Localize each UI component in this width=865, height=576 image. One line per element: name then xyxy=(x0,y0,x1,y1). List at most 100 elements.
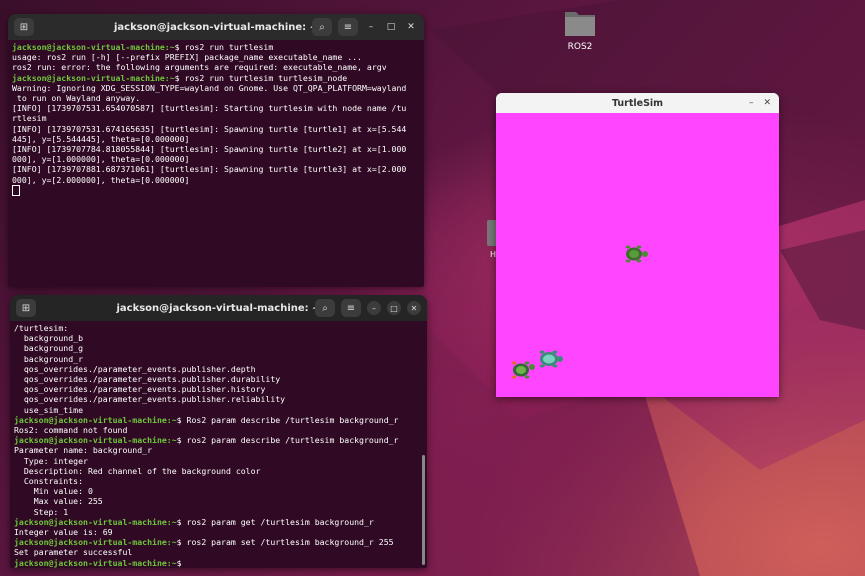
search-button[interactable]: ⌕ xyxy=(315,299,335,317)
terminal-line: Description: Red channel of the backgrou… xyxy=(14,466,423,476)
minimize-icon: – xyxy=(748,98,754,108)
close-button[interactable]: ✕ xyxy=(404,22,418,32)
line-text: Integer value is: 69 xyxy=(14,527,113,538)
search-button[interactable]: ⌕ xyxy=(312,18,332,36)
line-text: $ xyxy=(176,557,187,568)
line-text: [INFO] [1739707531.674165635] [turtlesim… xyxy=(12,123,407,134)
line-text: qos_overrides./parameter_events.publishe… xyxy=(14,384,266,395)
maximize-button[interactable]: □ xyxy=(387,301,401,315)
line-text: 000], y=[1.000000], theta=[0.000000] xyxy=(12,154,190,165)
terminal-line: rtlesim xyxy=(12,113,420,123)
minimize-button[interactable]: – xyxy=(364,22,378,32)
terminal-line: jackson@jackson-virtual-machine:~$ Ros2 … xyxy=(14,415,423,425)
line-text: background_r xyxy=(14,353,84,364)
close-button[interactable]: ✕ xyxy=(407,301,421,315)
terminal-line: qos_overrides./parameter_events.publishe… xyxy=(14,364,423,374)
terminal-output[interactable]: jackson@jackson-virtual-machine:~$ ros2 … xyxy=(8,40,424,198)
shell-prompt: jackson@jackson-virtual-machine:~ xyxy=(14,537,177,548)
shell-prompt: jackson@jackson-virtual-machine:~ xyxy=(12,72,175,83)
line-text: Warning: Ignoring XDG_SESSION_TYPE=wayla… xyxy=(12,82,407,93)
terminal-line: background_g xyxy=(14,343,423,353)
terminal-line: Min value: 0 xyxy=(14,486,423,496)
terminal-output[interactable]: /turtlesim: background_b background_g ba… xyxy=(10,321,427,568)
new-tab-button[interactable]: ⊞ xyxy=(14,18,34,36)
close-icon: ✕ xyxy=(410,303,418,313)
terminal-line: Integer value is: 69 xyxy=(14,527,423,537)
minimize-icon: – xyxy=(372,303,376,313)
terminal-titlebar[interactable]: ⊞ jackson@jackson-virtual-machine: ~ ⌕ ≡… xyxy=(8,14,424,40)
desktop-folder-label: ROS2 xyxy=(567,42,593,52)
line-text: [INFO] [1739707881.687371061] [turtlesim… xyxy=(12,164,407,175)
terminal-window-bottom[interactable]: ⊞ jackson@jackson-virtual-machine: ~ ⌕ ≡… xyxy=(10,295,427,568)
new-tab-button[interactable]: ⊞ xyxy=(16,299,36,317)
terminal-line: jackson@jackson-virtual-machine:~$ xyxy=(14,558,423,568)
terminal-line: [INFO] [1739707784.818055844] [turtlesim… xyxy=(12,144,420,154)
terminal-line: ros2 run: error: the following arguments… xyxy=(12,62,420,72)
terminal-line: background_r xyxy=(14,354,423,364)
turtle3-icon xyxy=(539,350,563,368)
line-text: ros2 run: error: the following arguments… xyxy=(12,62,387,73)
search-icon: ⌕ xyxy=(322,302,328,314)
terminal-line: background_b xyxy=(14,333,423,343)
terminal-line: Warning: Ignoring XDG_SESSION_TYPE=wayla… xyxy=(12,83,420,93)
maximize-icon: □ xyxy=(386,22,396,32)
desktop-folder-ros2[interactable]: ROS2 xyxy=(560,8,600,52)
terminal-line: qos_overrides./parameter_events.publishe… xyxy=(14,384,423,394)
terminal-line: /turtlesim: xyxy=(14,323,423,333)
terminal-line: jackson@jackson-virtual-machine:~$ ros2 … xyxy=(12,42,420,52)
turtlesim-window[interactable]: TurtleSim – ✕ xyxy=(496,93,779,397)
turtle2-icon xyxy=(511,361,535,379)
line-text: usage: ros2 run [-h] [--prefix PREFIX] p… xyxy=(12,52,362,63)
terminal-line: jackson@jackson-virtual-machine:~$ ros2 … xyxy=(14,517,423,527)
line-text: Max value: 255 xyxy=(14,496,103,507)
terminal-line: [INFO] [1739707531.654070587] [turtlesim… xyxy=(12,103,420,113)
maximize-icon: □ xyxy=(390,303,398,313)
line-text: /turtlesim: xyxy=(14,323,69,333)
terminal-line: Constraints: xyxy=(14,476,423,486)
shell-prompt: jackson@jackson-virtual-machine:~ xyxy=(14,557,177,568)
line-text: background_b xyxy=(14,333,84,344)
line-text: to run on Wayland anyway. xyxy=(12,93,141,104)
terminal-line: use_sim_time xyxy=(14,405,423,415)
text-cursor xyxy=(12,184,20,196)
terminal-line: [INFO] [1739707531.674165635] [turtlesim… xyxy=(12,124,420,134)
window-title: TurtleSim xyxy=(611,97,664,109)
turtlesim-canvas[interactable] xyxy=(496,113,779,397)
close-button[interactable]: ✕ xyxy=(763,98,771,108)
terminal-line: qos_overrides./parameter_events.publishe… xyxy=(14,374,423,384)
minimize-button[interactable]: – xyxy=(367,301,381,315)
turtle1-icon xyxy=(625,245,648,263)
scrollbar[interactable] xyxy=(422,455,425,565)
folder-icon xyxy=(565,12,595,36)
new-tab-icon: ⊞ xyxy=(21,302,31,314)
line-text: Set parameter successful xyxy=(14,547,133,558)
line-text: $ ros2 param set /turtlesim background_r… xyxy=(176,537,394,548)
line-text: Step: 1 xyxy=(14,506,69,517)
minimize-button[interactable]: – xyxy=(749,98,754,108)
terminal-line: qos_overrides./parameter_events.publishe… xyxy=(14,394,423,404)
terminal-line: [INFO] [1739707881.687371061] [turtlesim… xyxy=(12,164,420,174)
hamburger-menu-icon: ≡ xyxy=(346,302,356,314)
shell-prompt: jackson@jackson-virtual-machine:~ xyxy=(14,435,177,446)
turtlesim-titlebar[interactable]: TurtleSim – ✕ xyxy=(496,93,779,113)
terminal-window-top[interactable]: ⊞ jackson@jackson-virtual-machine: ~ ⌕ ≡… xyxy=(8,14,424,287)
terminal-line: 000], y=[1.000000], theta=[0.000000] xyxy=(12,154,420,164)
minimize-icon: – xyxy=(368,22,374,32)
line-text: $ ros2 run turtlesim xyxy=(174,42,274,52)
terminal-cursor-line xyxy=(12,184,420,196)
line-text: [INFO] [1739707531.654070587] [turtlesim… xyxy=(12,103,407,114)
maximize-button[interactable]: □ xyxy=(384,22,398,32)
line-text: Parameter name: background_r xyxy=(14,445,153,456)
terminal-line: Max value: 255 xyxy=(14,496,423,506)
line-text: Description: Red channel of the backgrou… xyxy=(14,465,261,476)
terminal-line: to run on Wayland anyway. xyxy=(12,93,420,103)
menu-button[interactable]: ≡ xyxy=(341,299,361,317)
line-text: rtlesim xyxy=(12,113,47,124)
terminal-titlebar[interactable]: ⊞ jackson@jackson-virtual-machine: ~ ⌕ ≡… xyxy=(10,295,427,321)
terminal-line: Set parameter successful xyxy=(14,547,423,557)
line-text: $ Ros2 param describe /turtlesim backgro… xyxy=(176,414,399,425)
menu-button[interactable]: ≡ xyxy=(338,18,358,36)
line-text: qos_overrides./parameter_events.publishe… xyxy=(14,363,256,374)
shell-prompt: jackson@jackson-virtual-machine:~ xyxy=(12,42,175,52)
hamburger-menu-icon: ≡ xyxy=(343,21,353,33)
